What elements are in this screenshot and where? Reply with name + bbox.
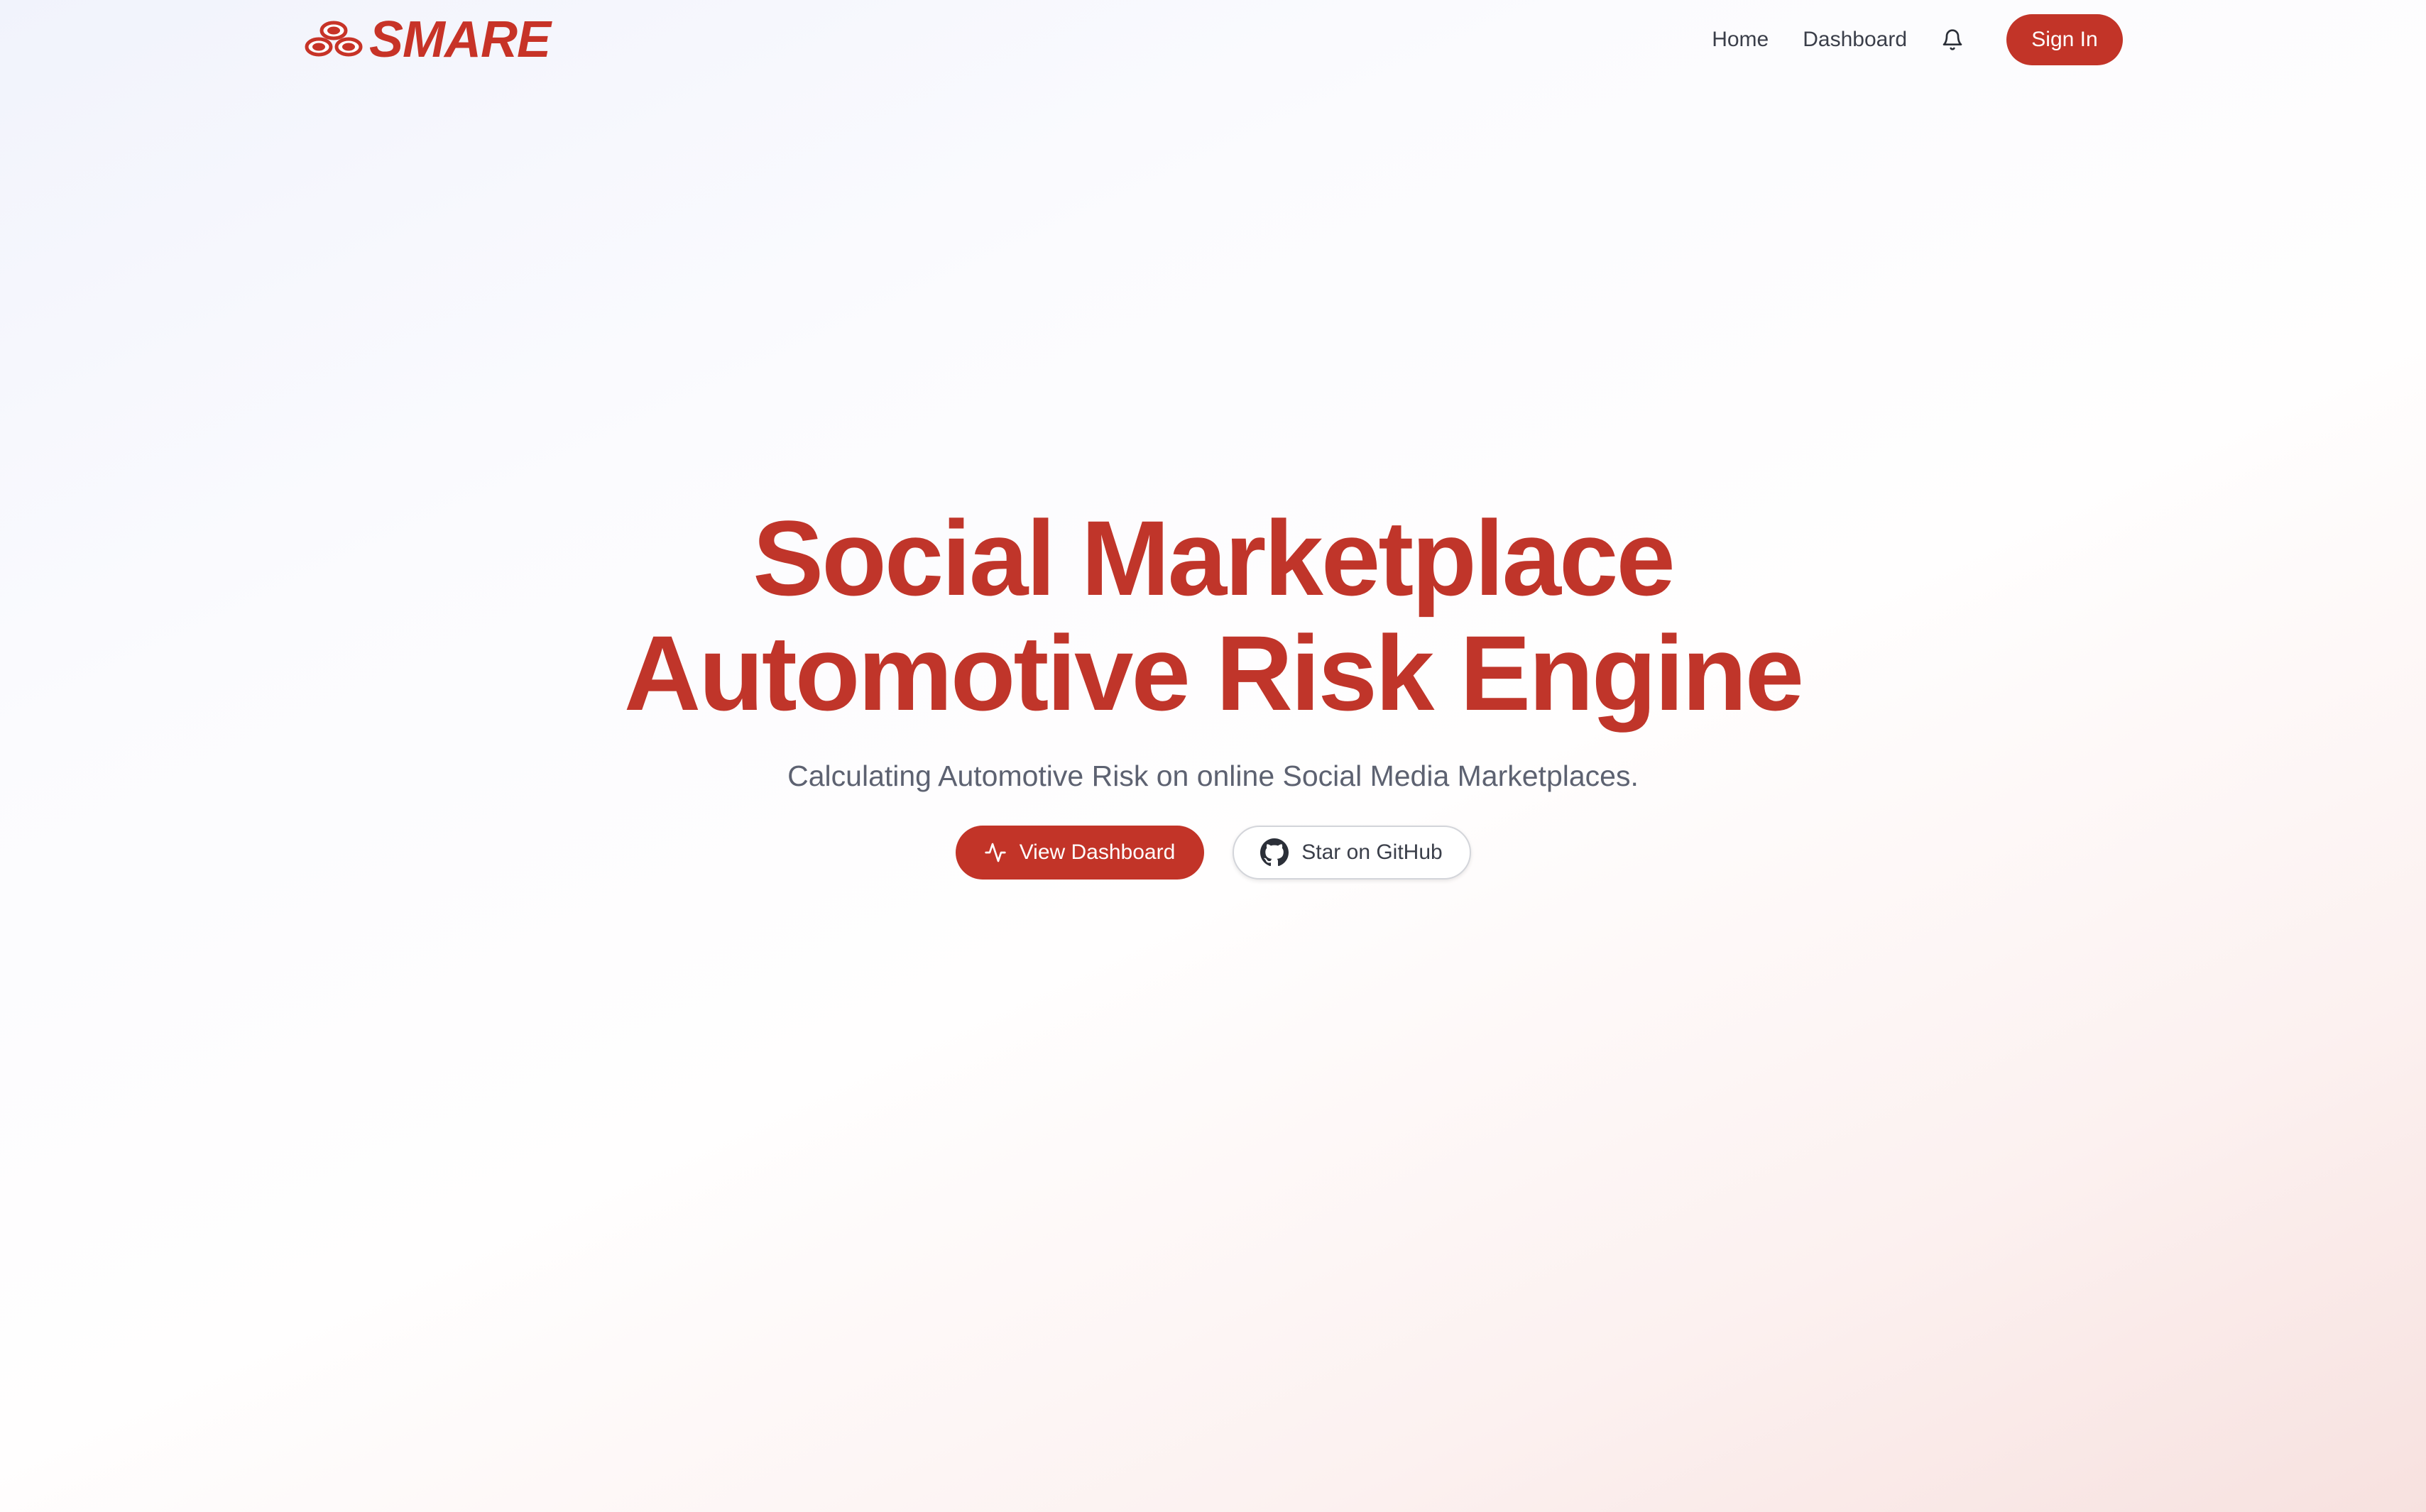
hero-subtitle: Calculating Automotive Risk on online So… (787, 760, 1639, 792)
star-on-github-label: Star on GitHub (1301, 840, 1443, 864)
nav-home-link[interactable]: Home (1712, 28, 1769, 52)
hero-title: Social Marketplace Automotive Risk Engin… (0, 500, 2426, 730)
brand-name: SMARE (369, 11, 551, 68)
site-header: SMARE Home Dashboard Sign In (0, 0, 2426, 80)
brand-logo[interactable]: SMARE (304, 11, 551, 68)
sign-in-button[interactable]: Sign In (2006, 14, 2123, 65)
nav-dashboard-link[interactable]: Dashboard (1803, 28, 1907, 52)
activity-pulse-icon (984, 841, 1007, 864)
bell-icon[interactable] (1938, 26, 1967, 54)
view-dashboard-label: View Dashboard (1019, 840, 1176, 864)
github-icon (1260, 838, 1289, 867)
hero-title-line-2: Automotive Risk Engine (623, 613, 1804, 733)
view-dashboard-button[interactable]: View Dashboard (955, 826, 1204, 880)
hero-title-line-1: Social Marketplace (753, 498, 1676, 618)
hero-actions: View Dashboard Star on GitHub (0, 826, 2426, 880)
top-nav: Home Dashboard Sign In (1712, 14, 2123, 65)
logo-mark-icon (305, 21, 363, 57)
star-on-github-button[interactable]: Star on GitHub (1232, 826, 1471, 880)
hero-section: Social Marketplace Automotive Risk Engin… (0, 500, 2426, 880)
